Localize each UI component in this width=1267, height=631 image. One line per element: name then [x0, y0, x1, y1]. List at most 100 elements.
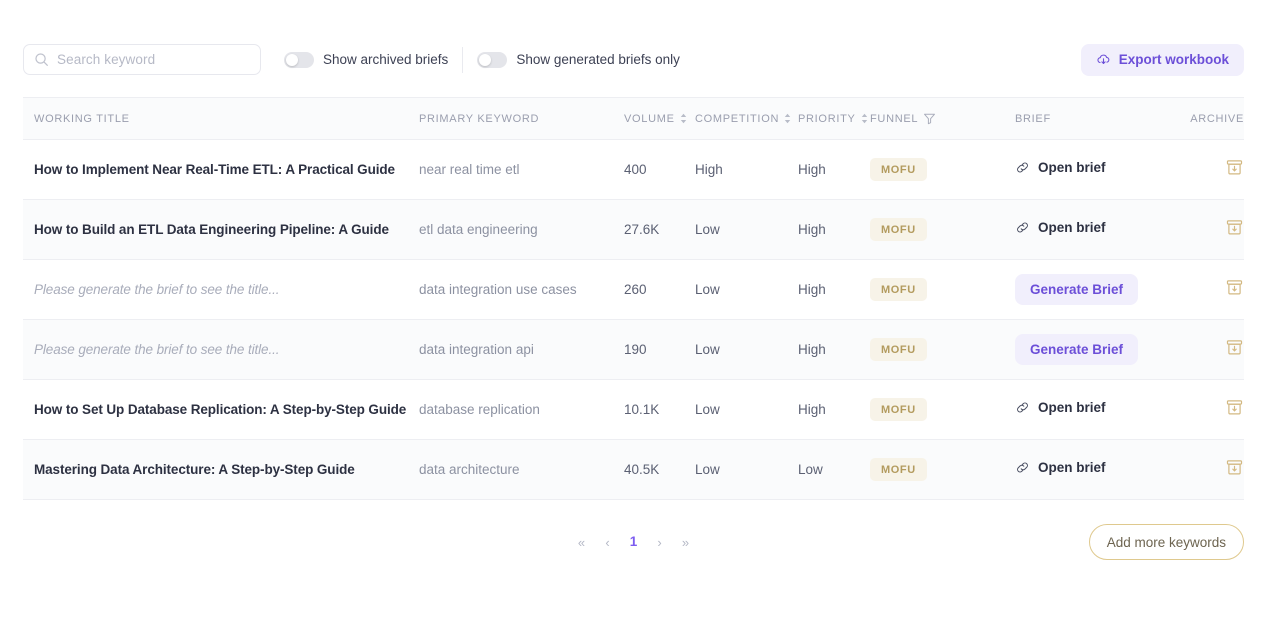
cell-priority: High — [798, 402, 826, 417]
pagination-page-1[interactable]: 1 — [625, 535, 642, 549]
sort-icon-competition[interactable] — [784, 113, 791, 124]
cell-brief: Open brief — [1015, 160, 1190, 180]
cell-archive — [1190, 278, 1244, 302]
cell-priority: High — [798, 222, 826, 237]
cell-archive — [1190, 338, 1244, 362]
pagination-last-button[interactable]: » — [677, 536, 694, 549]
table-row[interactable]: Please generate the brief to see the tit… — [23, 320, 1244, 380]
column-label-funnel: FUNNEL — [870, 112, 919, 125]
archive-button[interactable] — [1225, 338, 1244, 357]
archive-button[interactable] — [1225, 158, 1244, 177]
cell-competition: Low — [695, 402, 720, 417]
cell-working-title: Please generate the brief to see the tit… — [23, 341, 419, 359]
primary-keyword-text: near real time etl — [419, 161, 520, 177]
keywords-table: WORKING TITLE PRIMARY KEYWORD VOLUME COM… — [23, 97, 1244, 500]
table-row[interactable]: Please generate the brief to see the tit… — [23, 260, 1244, 320]
working-title-placeholder-text: Please generate the brief to see the tit… — [34, 281, 280, 297]
cell-working-title: How to Set Up Database Replication: A St… — [23, 401, 419, 419]
open-brief-label: Open brief — [1038, 459, 1106, 475]
cell-archive — [1190, 158, 1244, 182]
column-header-priority[interactable]: PRIORITY — [798, 113, 870, 125]
open-brief-link[interactable]: Open brief — [1015, 220, 1106, 235]
cell-funnel: MOFU — [870, 398, 1015, 421]
toggle-label-archived: Show archived briefs — [323, 52, 449, 67]
cell-primary-keyword: data integration use cases — [419, 281, 624, 299]
working-title-text: Mastering Data Architecture: A Step-by-S… — [34, 461, 355, 477]
cell-working-title: How to Implement Near Real-Time ETL: A P… — [23, 161, 419, 179]
cell-brief: Open brief — [1015, 220, 1190, 240]
primary-keyword-text: etl data engineering — [419, 221, 538, 237]
toggle-show-generated-briefs-only[interactable]: Show generated briefs only — [477, 51, 680, 68]
cell-primary-keyword: data integration api — [419, 341, 624, 359]
open-brief-label: Open brief — [1038, 399, 1106, 415]
cell-brief: Generate Brief — [1015, 334, 1190, 365]
cell-brief: Generate Brief — [1015, 274, 1190, 305]
cell-competition: Low — [695, 342, 720, 357]
cell-archive — [1190, 218, 1244, 242]
cell-funnel: MOFU — [870, 338, 1015, 361]
working-title-placeholder-text: Please generate the brief to see the tit… — [34, 341, 280, 357]
archive-button[interactable] — [1225, 278, 1244, 297]
cell-primary-keyword: data architecture — [419, 461, 624, 479]
working-title-text: How to Set Up Database Replication: A St… — [34, 401, 407, 417]
cell-volume: 190 — [624, 342, 647, 357]
keyword-workbook-page: Search keyword Show archived briefs Show… — [0, 0, 1267, 631]
funnel-badge: MOFU — [870, 278, 927, 301]
funnel-badge: MOFU — [870, 158, 927, 181]
pagination-prev-button[interactable]: ‹ — [599, 536, 616, 549]
cell-priority: High — [798, 342, 826, 357]
generate-brief-button[interactable]: Generate Brief — [1015, 334, 1139, 365]
table-row[interactable]: Mastering Data Architecture: A Step-by-S… — [23, 440, 1244, 500]
export-workbook-button[interactable]: Export workbook — [1080, 43, 1244, 76]
cell-archive — [1190, 458, 1244, 482]
primary-keyword-text: data integration use cases — [419, 281, 577, 297]
cell-priority: Low — [798, 462, 823, 477]
search-input[interactable]: Search keyword — [23, 44, 261, 75]
link-chain-icon — [1015, 220, 1030, 235]
search-icon — [34, 52, 49, 67]
cell-funnel: MOFU — [870, 158, 1015, 181]
toolbar-divider — [462, 46, 464, 73]
funnel-badge: MOFU — [870, 398, 927, 421]
cell-brief: Open brief — [1015, 460, 1190, 480]
sort-icon-volume[interactable] — [680, 113, 687, 124]
table-row[interactable]: How to Build an ETL Data Engineering Pip… — [23, 200, 1244, 260]
column-label-working-title: WORKING TITLE — [34, 112, 130, 125]
column-header-funnel[interactable]: FUNNEL — [870, 112, 1015, 125]
open-brief-link[interactable]: Open brief — [1015, 160, 1106, 175]
pagination-first-button[interactable]: « — [573, 536, 590, 549]
archive-button[interactable] — [1225, 218, 1244, 237]
cell-funnel: MOFU — [870, 458, 1015, 481]
column-header-volume[interactable]: VOLUME — [624, 113, 695, 125]
table-row[interactable]: How to Set Up Database Replication: A St… — [23, 380, 1244, 440]
open-brief-link[interactable]: Open brief — [1015, 460, 1106, 475]
column-label-primary-keyword: PRIMARY KEYWORD — [419, 112, 540, 125]
cell-brief: Open brief — [1015, 400, 1190, 420]
cell-working-title: Mastering Data Architecture: A Step-by-S… — [23, 461, 419, 479]
generate-brief-button[interactable]: Generate Brief — [1015, 274, 1139, 305]
open-brief-link[interactable]: Open brief — [1015, 400, 1106, 415]
archive-button[interactable] — [1225, 398, 1244, 417]
column-label-volume: VOLUME — [624, 112, 675, 125]
toggle-show-archived-briefs[interactable]: Show archived briefs — [284, 51, 449, 68]
sort-icon-priority[interactable] — [861, 113, 868, 124]
toggle-switch-archived[interactable] — [284, 51, 314, 68]
cell-funnel: MOFU — [870, 218, 1015, 241]
cell-competition: Low — [695, 282, 720, 297]
add-more-keywords-button[interactable]: Add more keywords — [1088, 524, 1244, 560]
export-workbook-label: Export workbook — [1118, 52, 1229, 67]
cell-working-title: How to Build an ETL Data Engineering Pip… — [23, 221, 419, 239]
archive-button[interactable] — [1225, 458, 1244, 477]
link-chain-icon — [1015, 400, 1030, 415]
cell-priority: High — [798, 282, 826, 297]
funnel-badge: MOFU — [870, 338, 927, 361]
table-row[interactable]: How to Implement Near Real-Time ETL: A P… — [23, 140, 1244, 200]
column-header-competition[interactable]: COMPETITION — [695, 113, 798, 125]
cell-primary-keyword: etl data engineering — [419, 221, 624, 239]
toggle-switch-generated[interactable] — [477, 51, 508, 68]
column-header-brief: BRIEF — [1015, 113, 1190, 125]
column-header-primary-keyword: PRIMARY KEYWORD — [419, 113, 624, 125]
table-header-row: WORKING TITLE PRIMARY KEYWORD VOLUME COM… — [23, 98, 1244, 140]
pagination-next-button[interactable]: › — [651, 536, 668, 549]
filter-funnel-icon[interactable] — [923, 112, 936, 125]
